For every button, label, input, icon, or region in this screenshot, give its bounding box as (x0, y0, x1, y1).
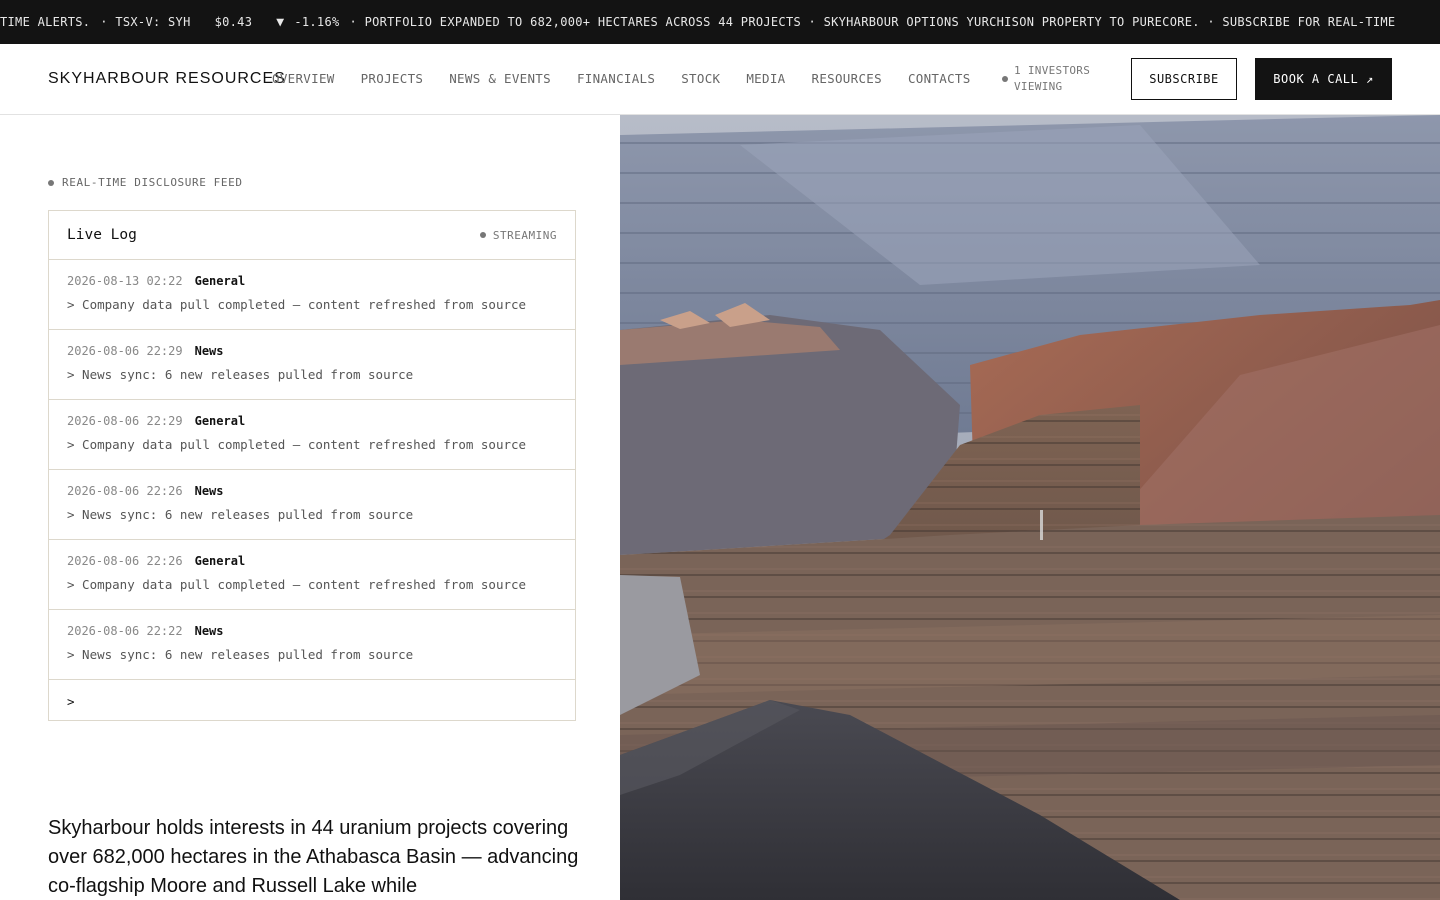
log-entry-time: 2026-08-06 22:29 (67, 344, 183, 358)
status-dot-icon (479, 232, 486, 238)
down-arrow-icon: ▼ (276, 14, 285, 30)
open-pit-mine-illustration (620, 115, 1440, 900)
stock-ticker-bar: TIME ALERTS. · TSX-V: SYH $0.43 ▼ -1.16%… (0, 0, 1440, 44)
log-entry: 2026-08-13 02:22 General > Company data … (49, 260, 575, 330)
nav-news-events[interactable]: NEWS & EVENTS (449, 71, 551, 86)
ticker-symbol: · TSX-V: SYH (100, 15, 191, 29)
log-entry-message: > Company data pull completed — content … (67, 577, 527, 592)
log-entry: 2026-08-06 22:22 News > News sync: 6 new… (49, 610, 575, 680)
site-header: SKYHARBOUR RESOURCES OVERVIEW PROJECTS N… (0, 44, 1440, 115)
live-log-title: Live Log (67, 227, 137, 243)
viewers-text: 1 INVESTORS VIEWING (1014, 64, 1091, 93)
log-entry: 2026-08-06 22:26 News > News sync: 6 new… (49, 470, 575, 540)
nav-resources[interactable]: RESOURCES (812, 71, 882, 86)
log-entry-category: News (194, 484, 224, 498)
nav-contacts[interactable]: CONTACTS (908, 71, 971, 86)
nav-stock[interactable]: STOCK (681, 71, 720, 86)
log-entry: 2026-08-06 22:29 General > Company data … (49, 400, 575, 470)
ticker-lead: TIME ALERTS. (0, 15, 91, 29)
live-log-panel: Live Log STREAMING 2026-08-13 02:22 Gene… (48, 210, 576, 721)
log-entry: 2026-08-06 22:26 General > Company data … (49, 540, 575, 610)
log-entry-message: > Company data pull completed — content … (67, 297, 527, 312)
log-entry-category: General (194, 414, 246, 428)
log-entry-category: News (194, 624, 224, 638)
log-entry-time: 2026-08-06 22:26 (67, 554, 183, 568)
viewers-indicator: 1 INVESTORS VIEWING (1002, 63, 1110, 95)
log-entry-message: > News sync: 6 new releases pulled from … (67, 507, 414, 522)
nav-financials[interactable]: FINANCIALS (577, 71, 655, 86)
nav-projects[interactable]: PROJECTS (361, 71, 424, 86)
live-log-header: Live Log STREAMING (49, 211, 575, 260)
log-entry-message: > News sync: 6 new releases pulled from … (67, 367, 414, 382)
nav-overview[interactable]: OVERVIEW (272, 71, 335, 86)
brand-logo[interactable]: SKYHARBOUR RESOURCES (48, 70, 286, 88)
feed-section-label: REAL-TIME DISCLOSURE FEED (48, 176, 243, 189)
log-entry-category: News (194, 344, 224, 358)
log-entry-time: 2026-08-13 02:22 (67, 274, 183, 288)
log-command-prompt[interactable]: > (49, 680, 575, 722)
main-nav: OVERVIEW PROJECTS NEWS & EVENTS FINANCIA… (272, 71, 997, 86)
ticker-headlines: · PORTFOLIO EXPANDED TO 682,000+ HECTARE… (349, 15, 1396, 29)
streaming-status-text: STREAMING (492, 228, 557, 242)
streaming-status: STREAMING (479, 228, 557, 242)
book-call-button[interactable]: BOOK A CALL ↗ (1255, 58, 1392, 100)
ticker-change: -1.16% (294, 15, 340, 29)
intro-paragraph: Skyharbour holds interests in 44 uranium… (48, 817, 579, 897)
log-entry-message: > Company data pull completed — content … (67, 437, 527, 452)
log-entry-category: General (194, 274, 246, 288)
hero-mine-image (620, 115, 1440, 900)
ticker-price: $0.43 (214, 15, 253, 29)
log-entry-message: > News sync: 6 new releases pulled from … (67, 647, 414, 662)
feed-label-text: REAL-TIME DISCLOSURE FEED (62, 176, 243, 189)
log-entry-time: 2026-08-06 22:22 (67, 624, 183, 638)
log-entry: 2026-08-06 22:29 News > News sync: 6 new… (49, 330, 575, 400)
live-dot-icon (1002, 76, 1008, 82)
log-entry-category: General (194, 554, 246, 568)
log-entry-time: 2026-08-06 22:29 (67, 414, 183, 428)
subscribe-button[interactable]: SUBSCRIBE (1131, 58, 1237, 100)
nav-media[interactable]: MEDIA (746, 71, 785, 86)
log-entry-time: 2026-08-06 22:26 (67, 484, 183, 498)
bullet-dot-icon (48, 179, 54, 186)
